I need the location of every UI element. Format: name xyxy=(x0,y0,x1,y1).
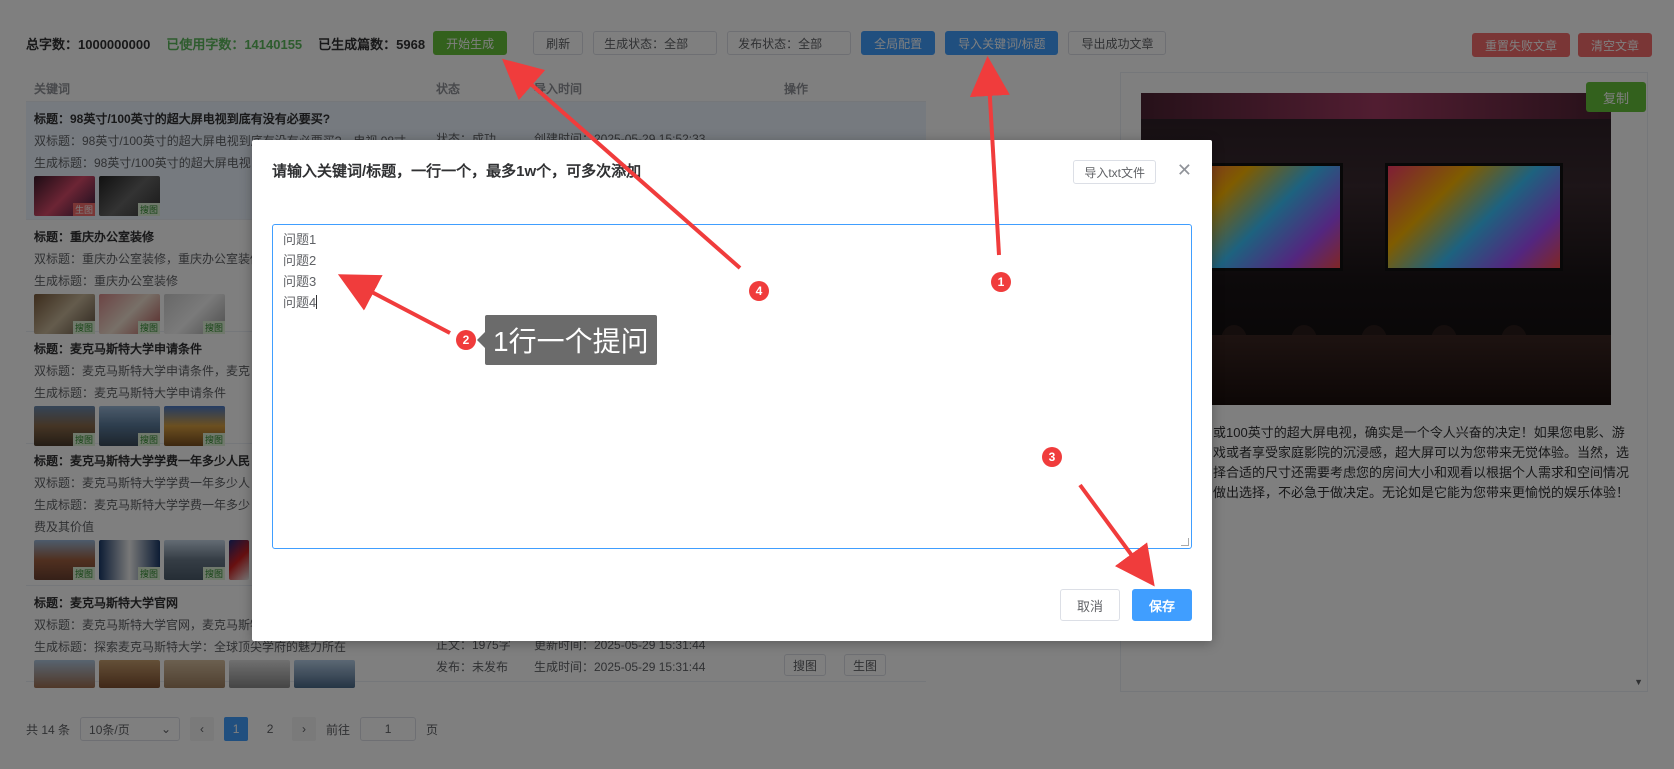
step-number-3: 3 xyxy=(1042,447,1062,467)
textarea-line: 问题4 xyxy=(283,295,317,310)
textarea-line: 问题3 xyxy=(283,274,317,289)
save-button[interactable]: 保存 xyxy=(1131,589,1192,621)
import-keywords-dialog: 请输入关键词/标题，一行一个，最多1w个，可多次添加 导入txt文件 ✕ 问题1… xyxy=(252,140,1212,641)
resize-handle[interactable] xyxy=(1181,538,1189,546)
step-number-2: 2 xyxy=(456,330,476,350)
annotation-tip: 1行一个提问 xyxy=(477,315,657,365)
step-number-4: 4 xyxy=(749,281,769,301)
cancel-button[interactable]: 取消 xyxy=(1059,589,1120,621)
close-icon[interactable]: ✕ xyxy=(1177,160,1192,180)
textarea-line-last: 问题4 xyxy=(283,292,1181,313)
text-caret xyxy=(316,295,318,309)
import-txt-button[interactable]: 导入txt文件 xyxy=(1073,160,1156,184)
keywords-textarea[interactable]: 问题1 问题2 问题3 问题4 xyxy=(272,224,1192,549)
dialog-footer: 取消 保存 xyxy=(1059,589,1192,621)
textarea-line: 问题1 xyxy=(283,232,317,247)
dialog-title: 请输入关键词/标题，一行一个，最多1w个，可多次添加 xyxy=(272,163,642,180)
step-number-1: 1 xyxy=(991,272,1011,292)
textarea-line: 问题2 xyxy=(283,253,317,268)
